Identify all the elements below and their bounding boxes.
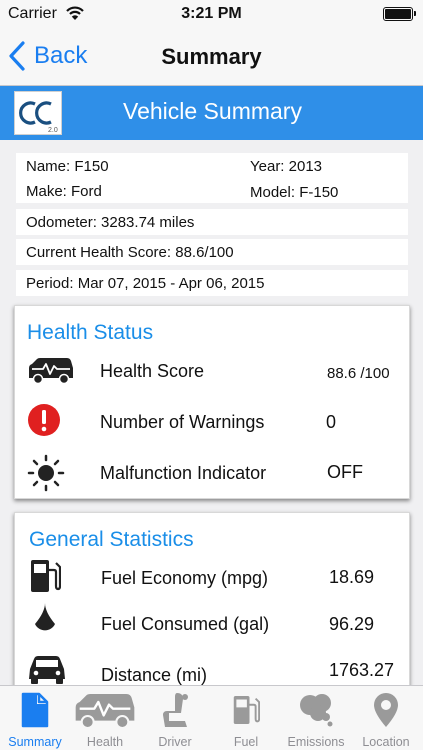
- status-bar: Carrier 3:21 PM: [0, 0, 423, 28]
- seat-icon: [163, 693, 188, 727]
- fuel-economy-label: Fuel Economy (mpg): [101, 568, 269, 588]
- tab-bar: Summary Health Driver Fuel Emissions Loc…: [0, 685, 423, 750]
- warnings-value: 0: [326, 412, 337, 432]
- car-icon: [29, 656, 65, 684]
- odometer-value: Odometer: 3283.74 miles: [26, 214, 195, 231]
- tab-summary[interactable]: Summary: [0, 686, 70, 750]
- battery-icon: [383, 7, 416, 21]
- page-title: Summary: [161, 44, 262, 69]
- banner-title: Vehicle Summary: [123, 98, 302, 124]
- vehicle-name-year-row: Name: F150 Year: 2013: [16, 153, 408, 179]
- tab-fuel-label: Fuel: [233, 735, 259, 749]
- sun-indicator-icon: [27, 454, 65, 492]
- warnings-label: Number of Warnings: [100, 412, 265, 432]
- tab-fuel[interactable]: Fuel: [211, 686, 281, 750]
- vehicle-name: Name: F150: [26, 158, 109, 175]
- distance-value: 1763.27: [329, 660, 395, 680]
- tab-location[interactable]: Location: [351, 686, 421, 750]
- health-score-value: 88.6 /100: [327, 365, 390, 382]
- tab-driver-label: Driver: [158, 735, 192, 749]
- fuel-pump-icon: [31, 560, 61, 592]
- health-score-row: Current Health Score: 88.6/100: [16, 239, 408, 265]
- fuel-consumed-label: Fuel Consumed (gal): [101, 614, 270, 634]
- logo-version: 2.0: [48, 127, 58, 134]
- location-pin-icon: [374, 693, 398, 727]
- malfunction-value: OFF: [327, 462, 363, 482]
- period-row: Period: Mar 07, 2015 - Apr 06, 2015: [16, 270, 408, 296]
- clock: 3:21 PM: [181, 5, 242, 22]
- vehicle-year: Year: 2013: [250, 158, 323, 175]
- odometer-row: Odometer: 3283.74 miles: [16, 209, 408, 235]
- period-range: Period: Mar 07, 2015 - Apr 06, 2015: [26, 275, 265, 292]
- fuel-economy-value: 18.69: [329, 567, 375, 587]
- vehicle-make-model-row: Make: Ford Model: F-150: [16, 179, 408, 203]
- malfunction-label: Malfunction Indicator: [100, 463, 267, 483]
- smoke-icon: [300, 694, 333, 727]
- current-health-score: Current Health Score: 88.6/100: [26, 244, 234, 261]
- tab-health[interactable]: Health: [70, 686, 140, 750]
- summary-banner: 2.0 Vehicle Summary: [0, 86, 423, 140]
- health-status-card: Health Status Health Score 88.6 /100 Num…: [14, 305, 410, 499]
- fuel-consumed-value: 96.29: [329, 614, 375, 634]
- tab-emissions-label: Emissions: [287, 735, 345, 749]
- tab-location-label: Location: [362, 735, 410, 749]
- fuel-pump-icon: [233, 696, 260, 724]
- app-logo: 2.0: [14, 91, 62, 135]
- tab-emissions[interactable]: Emissions: [281, 686, 351, 750]
- general-statistics-card: General Statistics Fuel Economy (mpg) 18…: [14, 512, 410, 692]
- car-heartbeat-icon: [75, 694, 135, 729]
- document-icon: [21, 692, 49, 728]
- vehicle-model: Model: F-150: [250, 184, 339, 201]
- general-statistics-title: General Statistics: [29, 528, 194, 551]
- tab-health-label: Health: [86, 735, 124, 749]
- fuel-drop-icon: [35, 603, 55, 631]
- vehicle-make: Make: Ford: [26, 183, 102, 200]
- health-score-label: Health Score: [100, 361, 205, 381]
- distance-label: Distance (mi): [101, 665, 208, 685]
- tab-summary-label: Summary: [8, 735, 62, 749]
- health-status-title: Health Status: [27, 321, 154, 344]
- car-heartbeat-icon: [29, 358, 73, 384]
- warning-icon: [28, 404, 60, 436]
- navigation-bar: Back Summary: [0, 28, 423, 86]
- tab-driver[interactable]: Driver: [140, 686, 210, 750]
